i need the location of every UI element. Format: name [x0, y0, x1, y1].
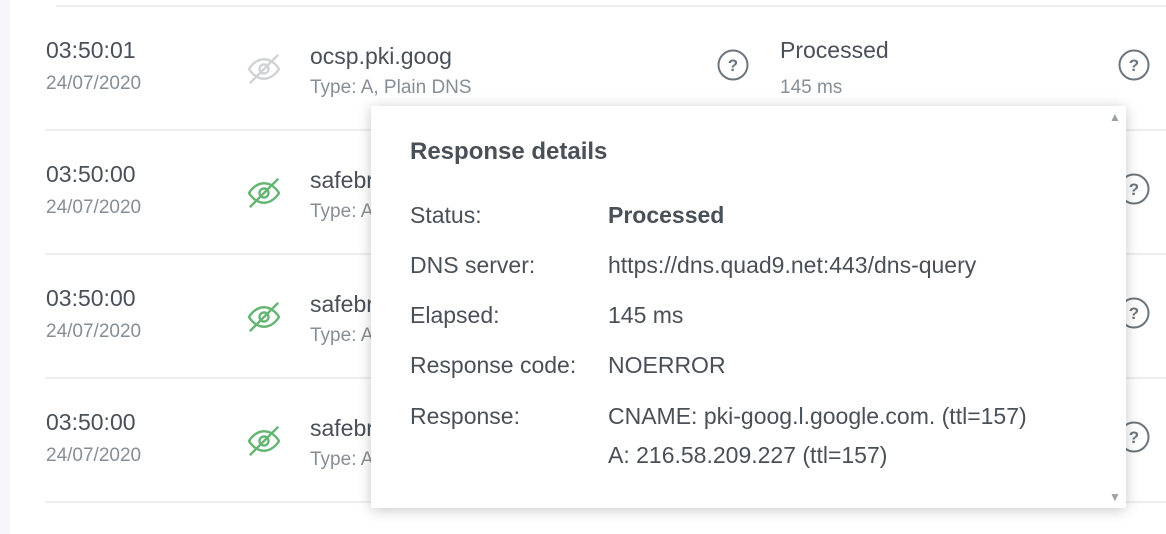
row-time: 03:50:01: [46, 37, 136, 63]
svg-text:?: ?: [1129, 428, 1139, 447]
response-value-line: CNAME: pki-goog.l.google.com. (ttl=157): [608, 403, 1027, 429]
dns-server-label: DNS server:: [410, 252, 536, 278]
row-date: 24/07/2020: [46, 321, 142, 342]
row-domain[interactable]: safebr: [310, 291, 374, 318]
response-value-line: A: 216.58.209.227 (ttl=157): [608, 442, 888, 468]
row-domain[interactable]: safebr: [310, 415, 374, 442]
status-value: Processed: [608, 202, 725, 228]
row-type: Type: A, Plain DNS: [310, 77, 472, 98]
row-type: Type: A: [310, 325, 374, 346]
popover-title: Response details: [410, 138, 608, 165]
response-details-popover: Response details Status: Processed DNS s…: [371, 106, 1126, 508]
elapsed-value: 145 ms: [608, 302, 684, 328]
eye-slash-icon[interactable]: [246, 299, 282, 335]
row-time: 03:50:00: [46, 285, 136, 311]
status-label: Status:: [410, 202, 482, 228]
row-type: Type: A: [310, 449, 374, 470]
row-time: 03:50:00: [46, 409, 136, 435]
question-circle-icon[interactable]: ?: [1117, 48, 1151, 82]
row-domain[interactable]: safebr: [310, 167, 374, 194]
question-circle-icon[interactable]: ?: [716, 48, 750, 82]
row-type: Type: A: [310, 201, 374, 222]
response-code-value: NOERROR: [608, 352, 726, 378]
svg-text:?: ?: [728, 56, 738, 75]
eye-slash-icon[interactable]: [246, 423, 282, 459]
row-date: 24/07/2020: [46, 73, 142, 94]
svg-text:?: ?: [1129, 304, 1139, 323]
elapsed-label: Elapsed:: [410, 302, 500, 328]
row-domain[interactable]: ocsp.pki.goog: [310, 43, 452, 70]
dns-server-value: https://dns.quad9.net:443/dns-query: [608, 252, 977, 278]
scroll-up-arrow-icon[interactable]: ▲: [1108, 110, 1122, 124]
svg-text:?: ?: [1129, 56, 1139, 75]
row-date: 24/07/2020: [46, 445, 142, 466]
row-elapsed: 145 ms: [780, 77, 843, 98]
eye-slash-icon[interactable]: [246, 175, 282, 211]
response-code-label: Response code:: [410, 352, 577, 378]
row-date: 24/07/2020: [46, 197, 142, 218]
eye-slash-icon[interactable]: [246, 51, 282, 87]
scroll-down-arrow-icon[interactable]: ▼: [1108, 490, 1122, 504]
row-time: 03:50:00: [46, 161, 136, 187]
svg-text:?: ?: [1129, 180, 1139, 199]
row-status: Processed: [780, 37, 889, 63]
response-label: Response:: [410, 403, 520, 429]
